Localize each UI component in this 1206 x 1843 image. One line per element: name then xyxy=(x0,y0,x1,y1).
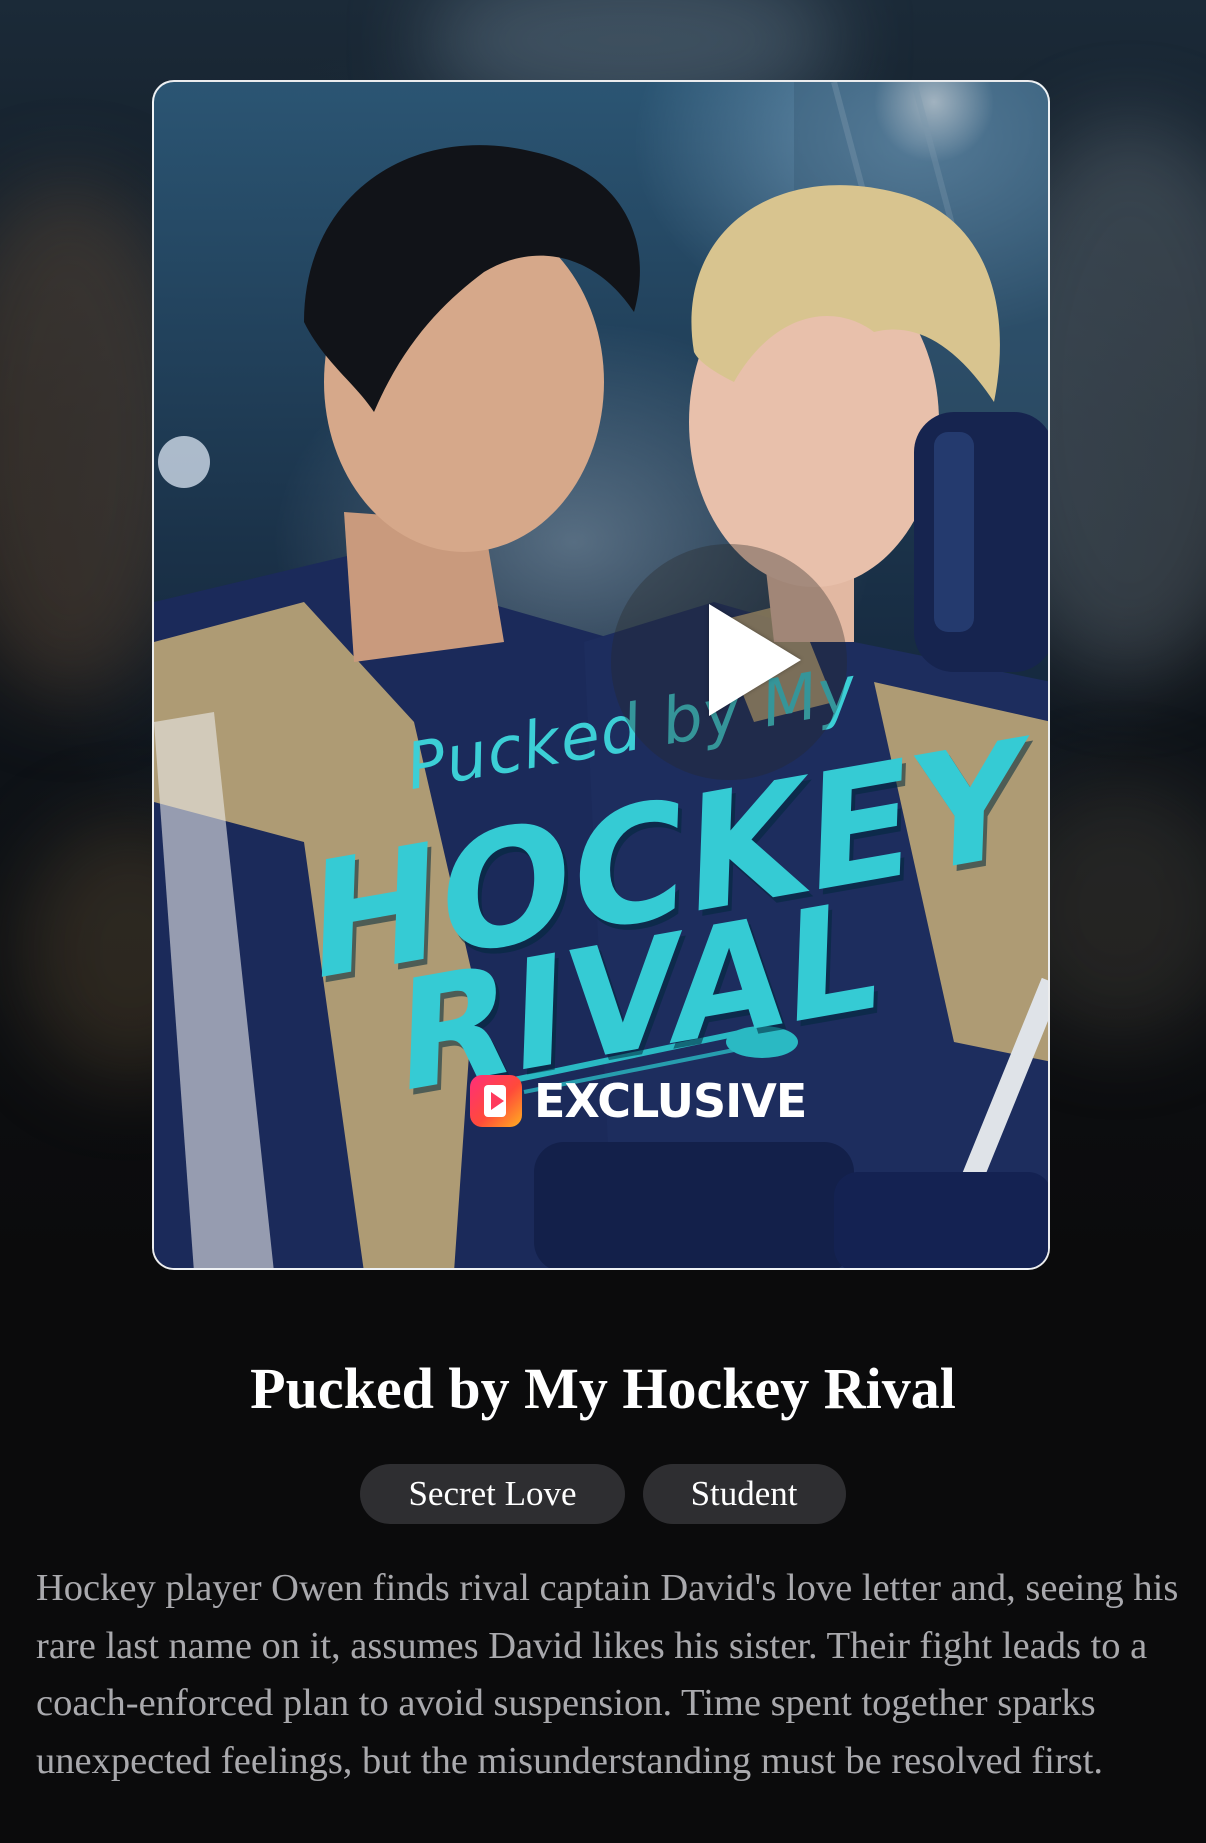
book-detail-page: Pucked by My HOCKEY RIVAL EXCLUSIVE Puck… xyxy=(0,0,1206,1843)
book-description: Hockey player Owen finds rival captain D… xyxy=(36,1567,1179,1782)
tag-list: Secret Love Student xyxy=(0,1464,1206,1524)
cover-video-poster[interactable]: Pucked by My HOCKEY RIVAL EXCLUSIVE xyxy=(152,80,1050,1270)
play-button[interactable] xyxy=(611,544,847,780)
tag-student[interactable]: Student xyxy=(642,1464,846,1524)
book-title: Pucked by My Hockey Rival xyxy=(250,1356,956,1421)
play-icon xyxy=(709,604,801,716)
tag-secret-love[interactable]: Secret Love xyxy=(360,1464,625,1524)
cover-illustration xyxy=(154,82,1048,1268)
